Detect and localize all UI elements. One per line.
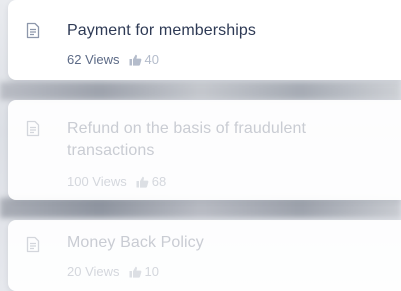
likes: 10	[129, 264, 159, 280]
thumbs-up-icon	[129, 54, 141, 66]
views-count: 62 Views	[67, 52, 120, 67]
article-meta: 20 Views 10	[67, 264, 159, 280]
thumbs-up-icon	[136, 176, 149, 188]
likes-count: 68	[151, 174, 167, 189]
thumbs-up-icon	[129, 266, 141, 278]
document-icon	[26, 120, 40, 137]
article-title[interactable]: Refund on the basis of fraudulent transa…	[67, 118, 391, 162]
views-count: 20 Views	[67, 264, 120, 279]
background-strip	[0, 82, 401, 100]
article-meta: 100 Views 68	[67, 174, 166, 190]
likes-count: 10	[144, 264, 159, 279]
document-icon	[26, 236, 40, 253]
likes-count: 40	[144, 52, 159, 67]
article-title[interactable]: Payment for memberships	[67, 20, 391, 42]
likes: 40	[129, 52, 159, 68]
views-count: 100 Views	[67, 174, 127, 189]
background-strip	[0, 198, 401, 218]
article-card[interactable]: Payment for memberships 62 Views 40	[8, 0, 401, 80]
article-title[interactable]: Money Back Policy	[67, 232, 391, 254]
article-meta: 62 Views 40	[67, 52, 159, 68]
document-icon	[26, 22, 40, 39]
article-card[interactable]: Refund on the basis of fraudulent transa…	[8, 100, 401, 200]
article-card[interactable]: Money Back Policy 20 Views 10	[8, 220, 401, 291]
likes: 68	[136, 174, 166, 190]
